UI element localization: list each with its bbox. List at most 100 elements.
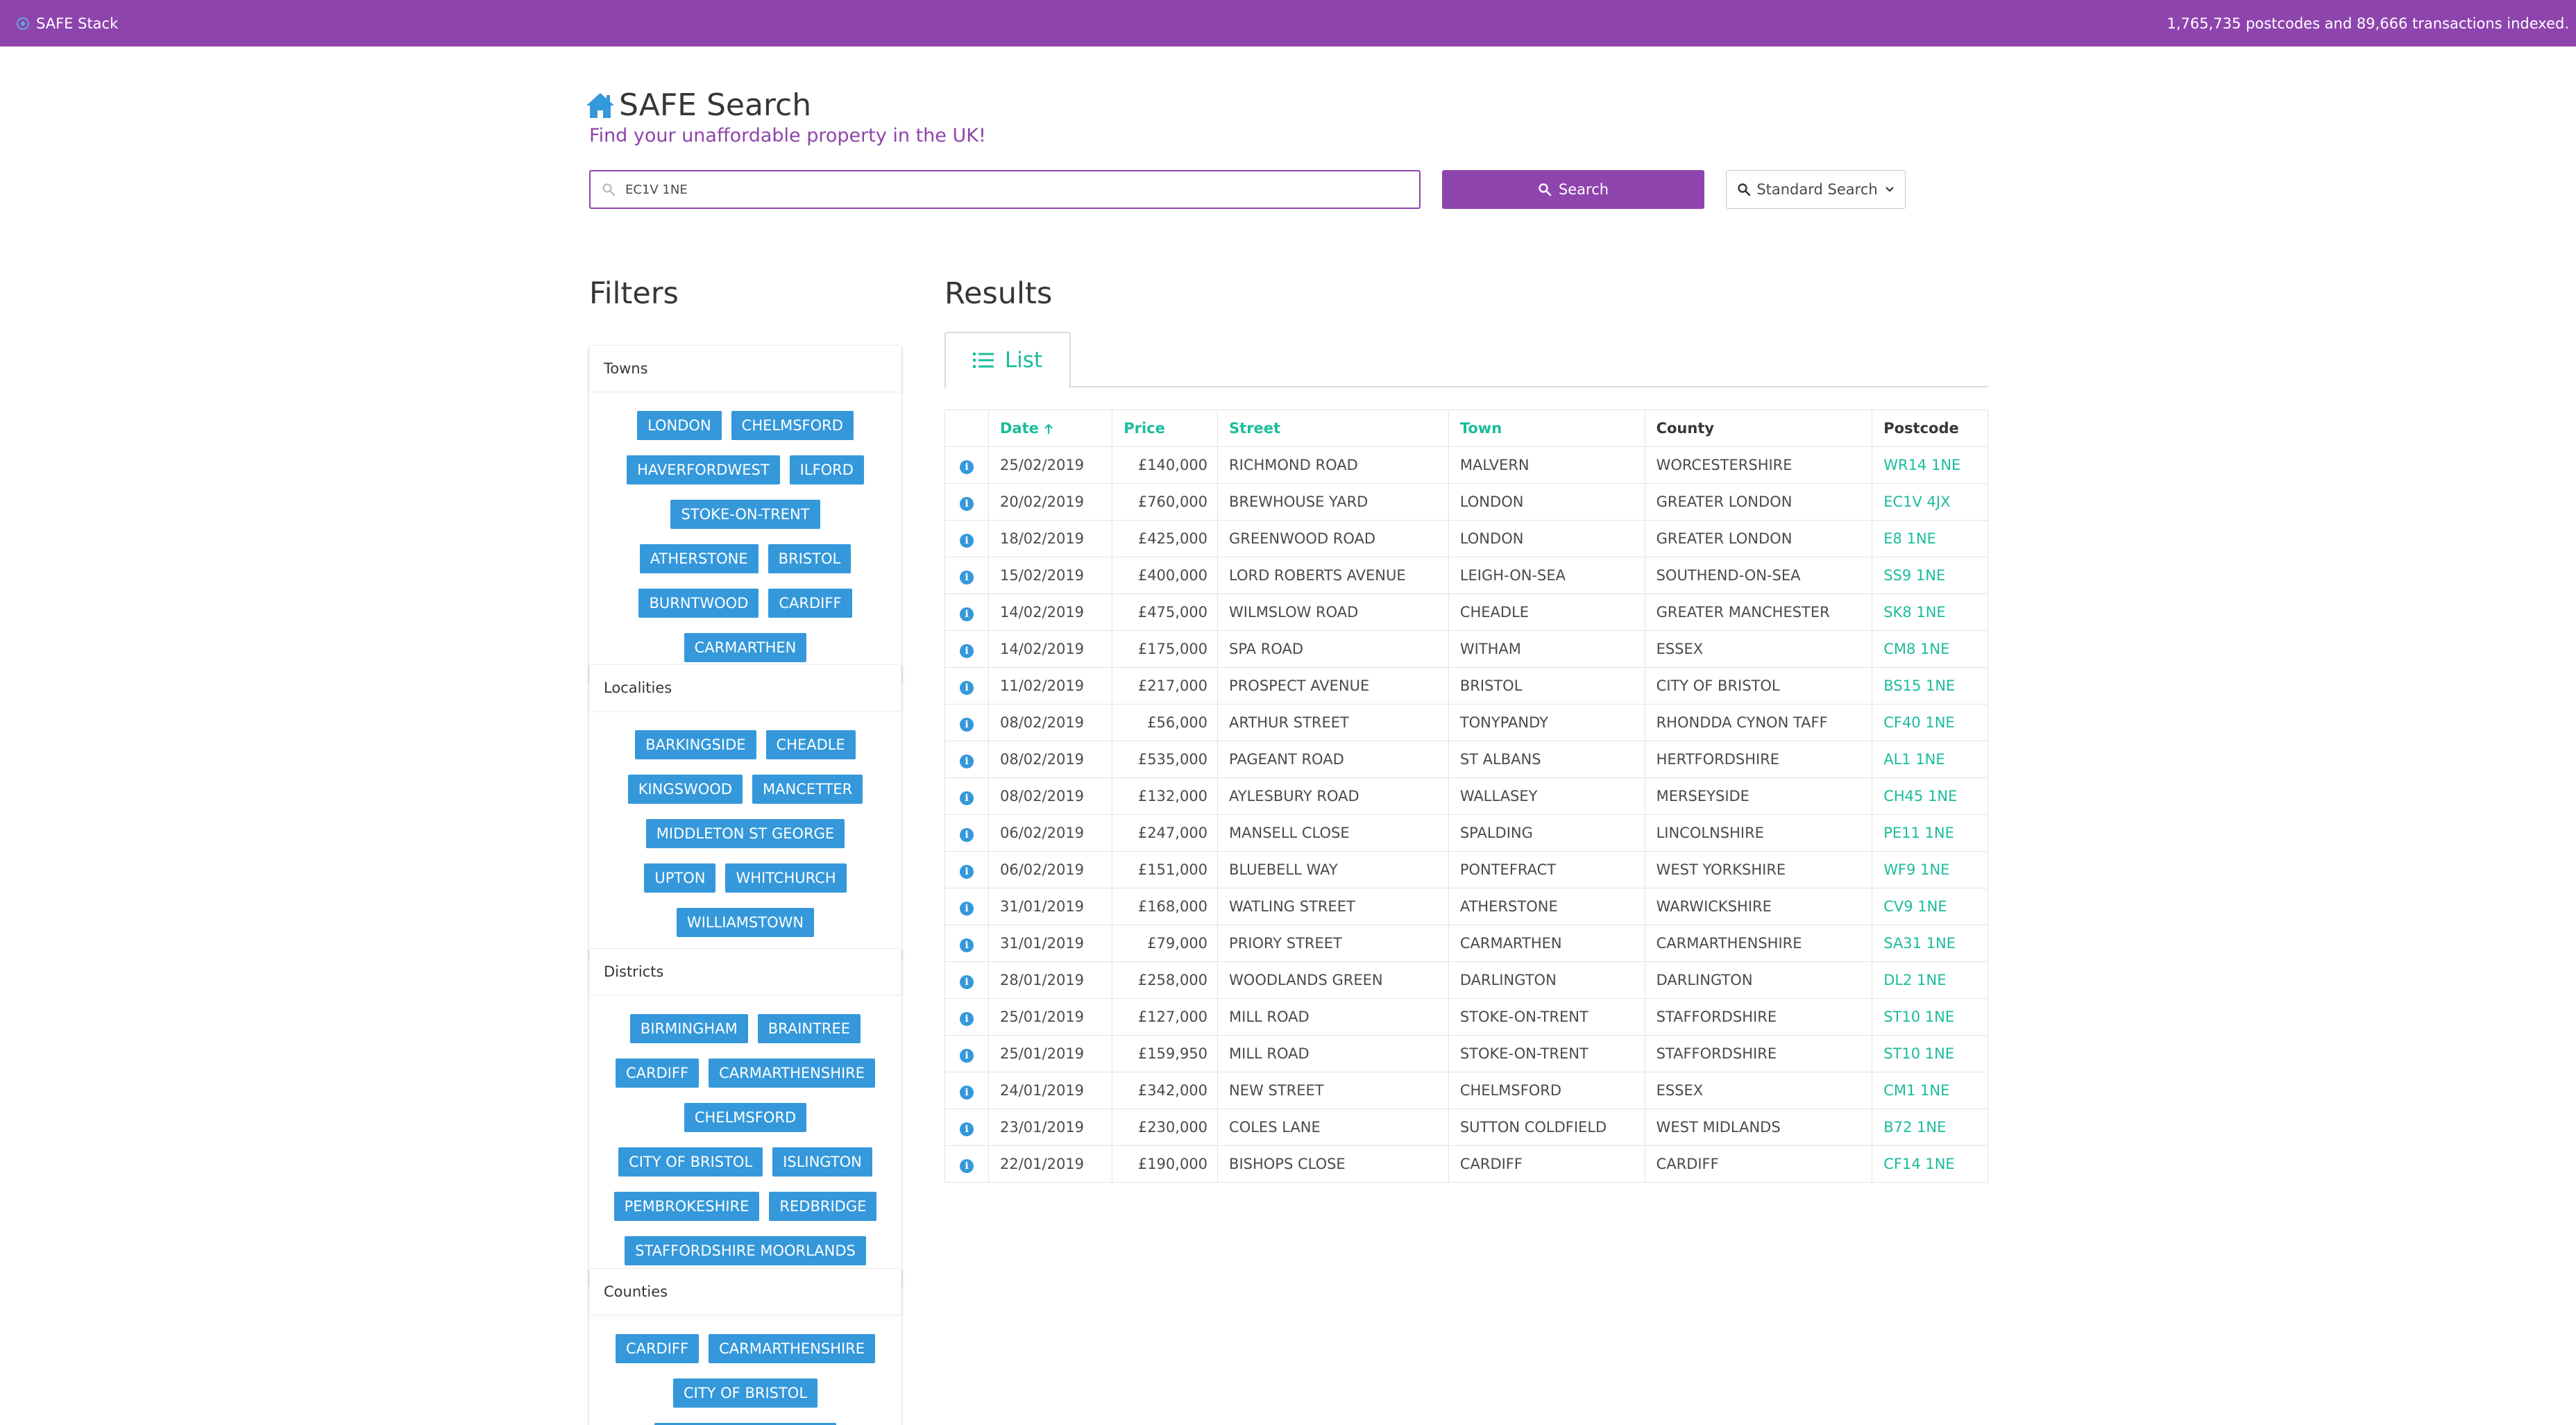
cell-postcode[interactable]: E8 1NE [1872,520,1988,557]
column-header-price[interactable]: Price [1112,410,1219,447]
filter-tag[interactable]: CARMARTHEN [684,633,807,662]
filter-tag[interactable]: PEMBROKESHIRE [613,1192,760,1221]
info-circle-icon[interactable]: i [960,827,974,842]
row-info-cell: i [944,961,989,999]
filter-tag[interactable]: MIDDLETON ST GEORGE [645,819,845,848]
cell-price: £247,000 [1112,814,1219,852]
brand-label: SAFE Stack [36,15,119,32]
filter-tag[interactable]: WILLIAMSTOWN [676,908,815,937]
filter-tag[interactable]: HAVERFORDWEST [627,455,780,484]
cell-postcode[interactable]: B72 1NE [1872,1108,1988,1146]
filter-tag[interactable]: BRISTOL [768,544,851,573]
cell-postcode[interactable]: CF14 1NE [1872,1145,1988,1183]
cell-postcode[interactable]: CM8 1NE [1872,630,1988,668]
info-circle-icon[interactable]: i [960,717,974,732]
filter-tag[interactable]: CARMARTHENSHIRE [709,1059,876,1088]
info-circle-icon[interactable]: i [960,901,974,916]
cell-postcode[interactable]: SK8 1NE [1872,593,1988,631]
cell-postcode[interactable]: WR14 1NE [1872,446,1988,484]
cell-postcode[interactable]: AL1 1NE [1872,741,1988,778]
cell-date: 31/01/2019 [988,888,1113,925]
info-circle-icon[interactable]: i [960,938,974,952]
info-circle-icon[interactable]: i [960,754,974,768]
cell-postcode[interactable]: CV9 1NE [1872,888,1988,925]
filter-tag[interactable]: ISLINGTON [772,1147,872,1177]
filter-tag[interactable]: CARDIFF [768,589,852,618]
info-circle-icon[interactable]: i [960,570,974,584]
info-circle-icon[interactable]: i [960,1122,974,1136]
filter-tag[interactable]: STOKE-ON-TRENT [670,500,820,529]
cell-postcode[interactable]: CF40 1NE [1872,704,1988,741]
info-circle-icon[interactable]: i [960,1085,974,1099]
cell-postcode[interactable]: ST10 1NE [1872,1035,1988,1072]
filter-tag[interactable]: KINGSWOOD [627,775,743,804]
brand-link[interactable]: SAFE Stack [15,0,118,47]
info-circle-icon[interactable]: i [960,1048,974,1063]
filter-tag[interactable]: CHEADLE [765,730,856,759]
cell-date: 06/02/2019 [988,851,1113,888]
filter-tag[interactable]: UPTON [644,863,716,893]
info-circle-icon[interactable]: i [960,607,974,621]
filter-tag[interactable]: LONDON [637,411,722,440]
column-header-town[interactable]: Town [1448,410,1645,447]
info-circle-icon[interactable]: i [960,643,974,658]
info-circle-icon[interactable]: i [960,459,974,474]
table-row: i 20/02/2019 £760,000 BREWHOUSE YARD LONDON G… [944,483,1988,521]
cell-date: 14/02/2019 [988,593,1113,631]
info-circle-icon[interactable]: i [960,1011,974,1026]
filter-tag[interactable]: BURNTWOOD [638,589,759,618]
filter-tag[interactable]: CARMARTHENSHIRE [709,1334,876,1363]
filter-tag[interactable]: CITY OF BRISTOL [618,1147,763,1177]
info-circle-icon[interactable]: i [960,1158,974,1173]
cell-postcode[interactable]: EC1V 4JX [1872,483,1988,521]
filter-tag[interactable]: BRAINTREE [757,1014,861,1043]
filter-tag[interactable]: BARKINGSIDE [635,730,756,759]
filter-tag[interactable]: BIRMINGHAM [629,1014,748,1043]
districts-filter-header: Districts [589,949,901,995]
counties-filter-panel: Counties CARDIFF CARMARTHENSHIRE CITY OF B… [589,1269,901,1425]
filter-tag[interactable]: STAFFORDSHIRE MOORLANDS [625,1236,866,1265]
cell-postcode[interactable]: SS9 1NE [1872,557,1988,594]
cell-postcode[interactable]: SA31 1NE [1872,925,1988,962]
cell-postcode[interactable]: DL2 1NE [1872,961,1988,999]
table-row: i 08/02/2019 £535,000 PAGEANT ROAD ST ALBANS… [944,741,1988,778]
search-box[interactable] [589,170,1421,209]
filter-tag[interactable]: CARDIFF [615,1059,700,1088]
cell-postcode[interactable]: BS15 1NE [1872,667,1988,705]
info-circle-icon[interactable]: i [960,864,974,879]
filter-tag[interactable]: CARDIFF [615,1334,700,1363]
cell-postcode[interactable]: ST10 1NE [1872,998,1988,1036]
filter-tag[interactable]: ILFORD [789,455,864,484]
info-circle-icon[interactable]: i [960,791,974,805]
filter-tag[interactable]: CITY OF BRISTOL [672,1378,818,1408]
search-input[interactable] [625,182,1389,197]
search-mode-dropdown[interactable]: Standard Search [1726,170,1906,209]
info-circle-icon[interactable]: i [960,533,974,548]
cell-town: CARDIFF [1448,1145,1645,1183]
info-circle-icon[interactable]: i [960,680,974,695]
column-header-date[interactable]: Date [988,410,1113,447]
filter-tag[interactable]: CHELMSFORD [731,411,854,440]
column-header-street[interactable]: Street [1217,410,1449,447]
search-button[interactable]: Search [1442,170,1704,209]
info-circle-icon[interactable]: i [960,496,974,511]
table-row: i 14/02/2019 £175,000 SPA ROAD WITHAM ESSEX CM… [944,630,1988,668]
tab-list-label: List [1004,348,1043,373]
filter-tag[interactable]: CHELMSFORD [684,1103,807,1132]
cell-street: BREWHOUSE YARD [1217,483,1449,521]
cell-postcode[interactable]: WF9 1NE [1872,851,1988,888]
list-icon [972,353,994,368]
cell-date: 14/02/2019 [988,630,1113,668]
filter-tag[interactable]: MANCETTER [752,775,863,804]
filter-tag[interactable]: ATHERSTONE [639,544,759,573]
cell-date: 25/02/2019 [988,446,1113,484]
cell-postcode[interactable]: CM1 1NE [1872,1072,1988,1109]
filter-tag[interactable]: WHITCHURCH [725,863,847,893]
cell-postcode[interactable]: CH45 1NE [1872,777,1988,815]
cell-postcode[interactable]: PE11 1NE [1872,814,1988,852]
cell-street: GREENWOOD ROAD [1217,520,1449,557]
info-circle-icon[interactable]: i [960,975,974,989]
tab-list[interactable]: List [944,332,1071,389]
cell-county: CARMARTHENSHIRE [1644,925,1873,962]
filter-tag[interactable]: REDBRIDGE [769,1192,877,1221]
